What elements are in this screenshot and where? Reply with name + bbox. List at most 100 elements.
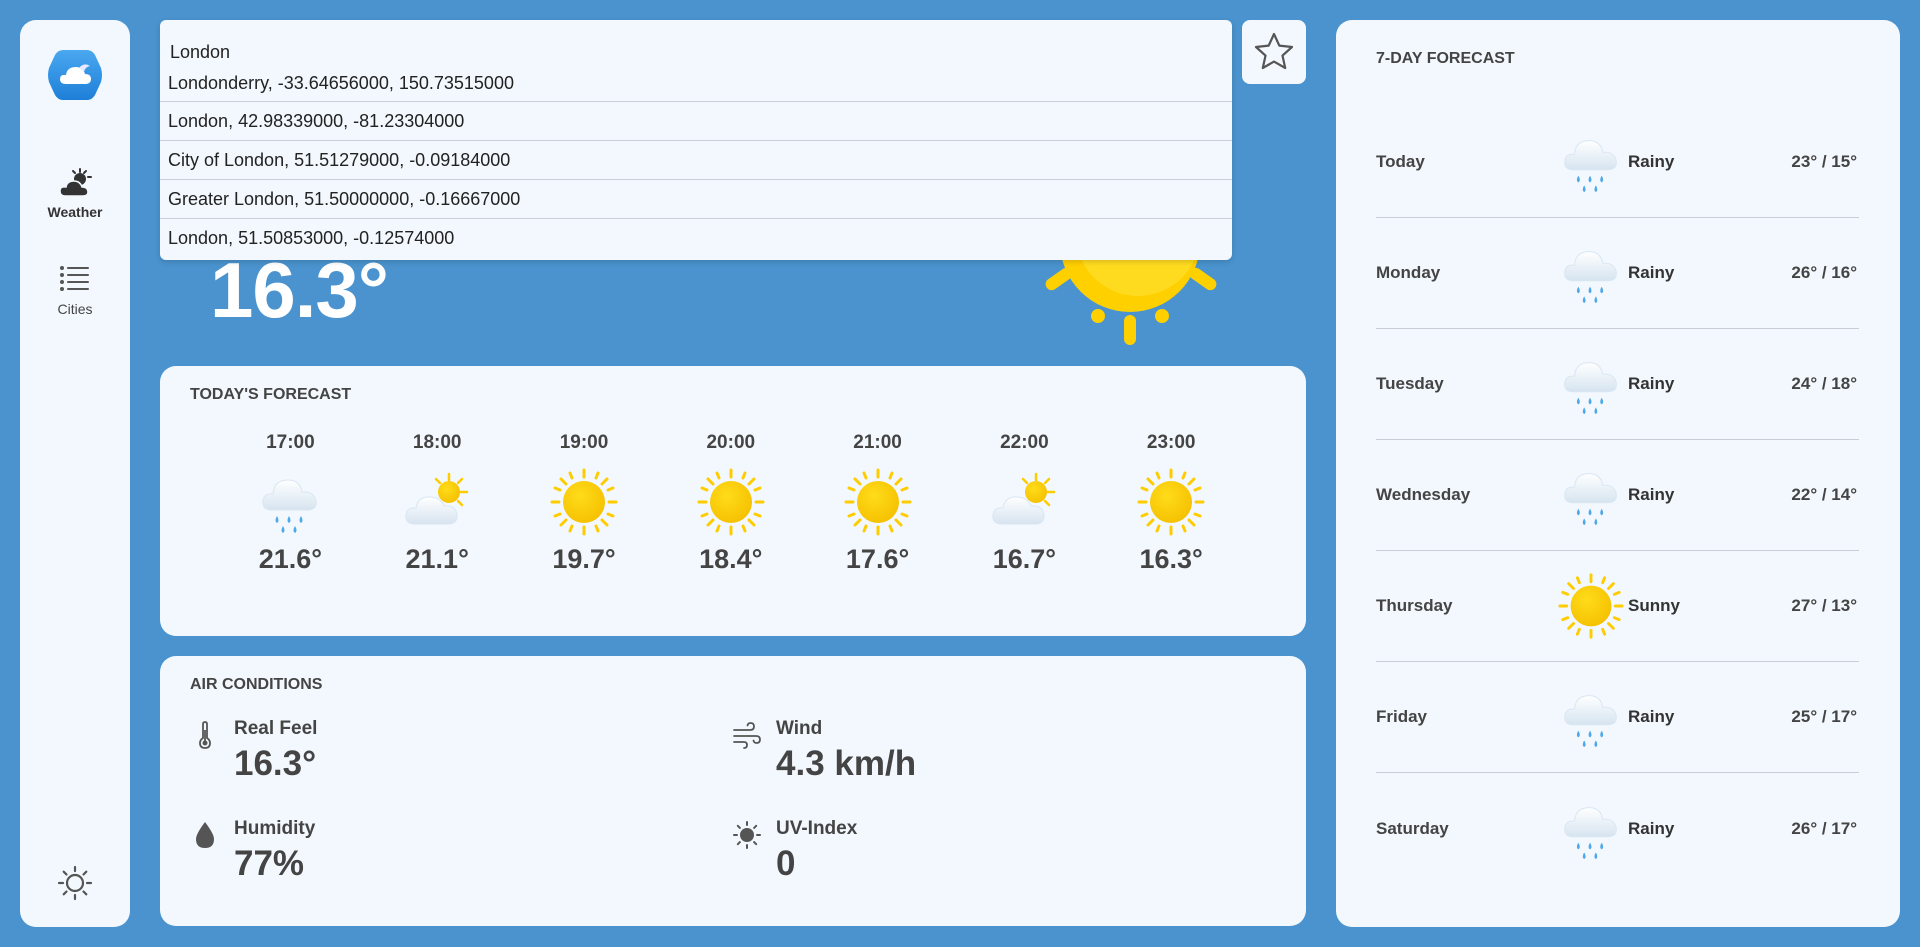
wind-label: Wind [776, 718, 823, 739]
hourly-forecast-item: 17:00 21.6° [217, 432, 364, 575]
hourly-forecast-item: 22:00 16.7° [951, 432, 1098, 575]
partly-cloudy-icon [401, 466, 473, 538]
app-logo-icon [46, 46, 104, 104]
day-name: Today [1376, 152, 1425, 171]
daily-forecast-row: Monday Rainy 26° / 16° [1376, 218, 1859, 329]
day-name: Monday [1376, 263, 1441, 282]
daily-forecast-row: Saturday Rainy 26° / 17° [1376, 773, 1859, 884]
rain-icon [254, 466, 326, 538]
sunny-icon [1556, 571, 1626, 641]
hour-time: 20:00 [706, 432, 756, 453]
day-condition: Rainy [1628, 263, 1675, 282]
list-icon [20, 263, 130, 297]
daily-forecast-row: Friday Rainy 25° / 17° [1376, 662, 1859, 773]
sidebar: Weather Cities [20, 20, 130, 927]
day-temperature: 25° / 17° [1791, 707, 1857, 726]
wind-icon [732, 720, 762, 750]
seven-day-forecast-panel: 7-DAY FORECAST Today Rainy 23° / 15° Mon… [1336, 20, 1900, 927]
air-conditions-panel: AIR CONDITIONS Real Feel 16.3° Wind 4.3 … [160, 656, 1306, 926]
daily-forecast-list: Today Rainy 23° / 15° Monday Rainy 26° /… [1376, 107, 1859, 884]
sunny-icon [842, 466, 914, 538]
hour-time: 17:00 [266, 432, 315, 453]
star-icon [1254, 32, 1294, 70]
hour-time: 18:00 [412, 432, 462, 453]
search-suggestion[interactable]: Greater London, 51.50000000, -0.16667000 [160, 180, 1232, 219]
air-conditions-title: AIR CONDITIONS [190, 676, 323, 693]
uv-index-label: UV-Index [776, 818, 858, 839]
day-temperature: 27° / 13° [1791, 596, 1857, 615]
hourly-forecast-item: 23:00 16.3° [1098, 432, 1245, 575]
thermometer-icon [190, 720, 220, 750]
hour-time: 22:00 [1000, 432, 1049, 453]
hour-temperature: 21.1° [405, 544, 469, 574]
hour-time: 19:00 [559, 432, 609, 453]
humidity-item: Humidity 77% [190, 818, 315, 884]
hour-temperature: 18.4° [699, 544, 763, 574]
day-name: Friday [1376, 707, 1428, 726]
todays-forecast-title: TODAY'S FORECAST [190, 386, 352, 403]
hour-temperature: 16.7° [992, 544, 1057, 574]
wind-item: Wind 4.3 km/h [732, 718, 916, 784]
hour-temperature: 21.6° [258, 544, 323, 574]
day-temperature: 22° / 14° [1791, 485, 1857, 504]
water-drop-icon [190, 820, 220, 850]
daily-forecast-row: Tuesday Rainy 24° / 18° [1376, 329, 1859, 440]
day-name: Thursday [1376, 596, 1453, 615]
hourly-forecast-item: 21:00 17.6° [804, 432, 951, 575]
rain-icon [1556, 349, 1626, 419]
rain-icon [1556, 460, 1626, 530]
search-input[interactable] [160, 20, 1232, 66]
hour-time: 21:00 [853, 432, 902, 453]
rain-icon [1556, 238, 1626, 308]
search-suggestion[interactable]: Londonderry, -33.64656000, 150.73515000 [160, 66, 1232, 102]
uv-index-value: 0 [776, 844, 796, 883]
rain-icon [1556, 794, 1626, 864]
sunny-icon [548, 466, 620, 538]
rain-icon [1556, 682, 1626, 752]
real-feel-value: 16.3° [234, 744, 317, 783]
uv-index-item: UV-Index 0 [732, 818, 857, 884]
search-suggestion[interactable]: London, 42.98339000, -81.23304000 [160, 102, 1232, 141]
seven-day-forecast-title: 7-DAY FORECAST [1376, 50, 1515, 67]
day-name: Tuesday [1376, 374, 1444, 393]
day-temperature: 26° / 16° [1791, 263, 1857, 282]
real-feel-label: Real Feel [234, 718, 318, 739]
daily-forecast-row: Wednesday Rainy 22° / 14° [1376, 440, 1859, 551]
day-condition: Rainy [1628, 485, 1675, 504]
hour-temperature: 19.7° [552, 544, 616, 574]
nav-cities-label: Cities [57, 301, 93, 317]
hourly-forecast-list: 17:00 21.6° 18:00 21.1° 19:00 19.7° 20:0… [217, 432, 1245, 575]
theme-toggle-sun-icon[interactable] [57, 865, 93, 901]
nav-weather[interactable]: Weather [20, 166, 130, 220]
search-suggestion[interactable]: London, 51.50853000, -0.12574000 [160, 219, 1232, 258]
city-search[interactable]: Londonderry, -33.64656000, 150.73515000 … [160, 20, 1232, 260]
day-condition: Rainy [1628, 374, 1675, 393]
weather-icon [20, 166, 130, 200]
day-condition: Rainy [1628, 707, 1675, 726]
day-condition: Rainy [1628, 152, 1675, 171]
hourly-forecast-item: 20:00 18.4° [657, 432, 804, 575]
day-name: Saturday [1376, 818, 1449, 838]
favorite-button[interactable] [1242, 20, 1306, 84]
rain-icon [1556, 127, 1626, 197]
todays-forecast-panel: TODAY'S FORECAST 17:00 21.6° 18:00 21.1°… [160, 366, 1306, 636]
day-name: Wednesday [1376, 485, 1471, 504]
real-feel-item: Real Feel 16.3° [190, 718, 317, 784]
daily-forecast-row: Today Rainy 23° / 15° [1376, 107, 1859, 218]
search-suggestion[interactable]: City of London, 51.51279000, -0.09184000 [160, 141, 1232, 180]
sunny-icon [1135, 466, 1207, 538]
day-temperature: 26° / 17° [1791, 818, 1857, 838]
partly-cloudy-icon [988, 466, 1060, 538]
day-temperature: 23° / 15° [1791, 152, 1857, 171]
hour-time: 23:00 [1146, 432, 1196, 453]
sunny-icon [695, 466, 767, 538]
hourly-forecast-item: 19:00 19.7° [511, 432, 658, 575]
nav-cities[interactable]: Cities [20, 263, 130, 317]
daily-forecast-row: Thursday Sunny 27° / 13° [1376, 551, 1859, 662]
hour-temperature: 16.3° [1139, 544, 1203, 574]
hour-temperature: 17.6° [845, 544, 910, 574]
nav-weather-label: Weather [47, 204, 103, 220]
day-condition: Rainy [1628, 818, 1675, 838]
humidity-label: Humidity [234, 818, 316, 839]
wind-value: 4.3 km/h [776, 744, 917, 783]
